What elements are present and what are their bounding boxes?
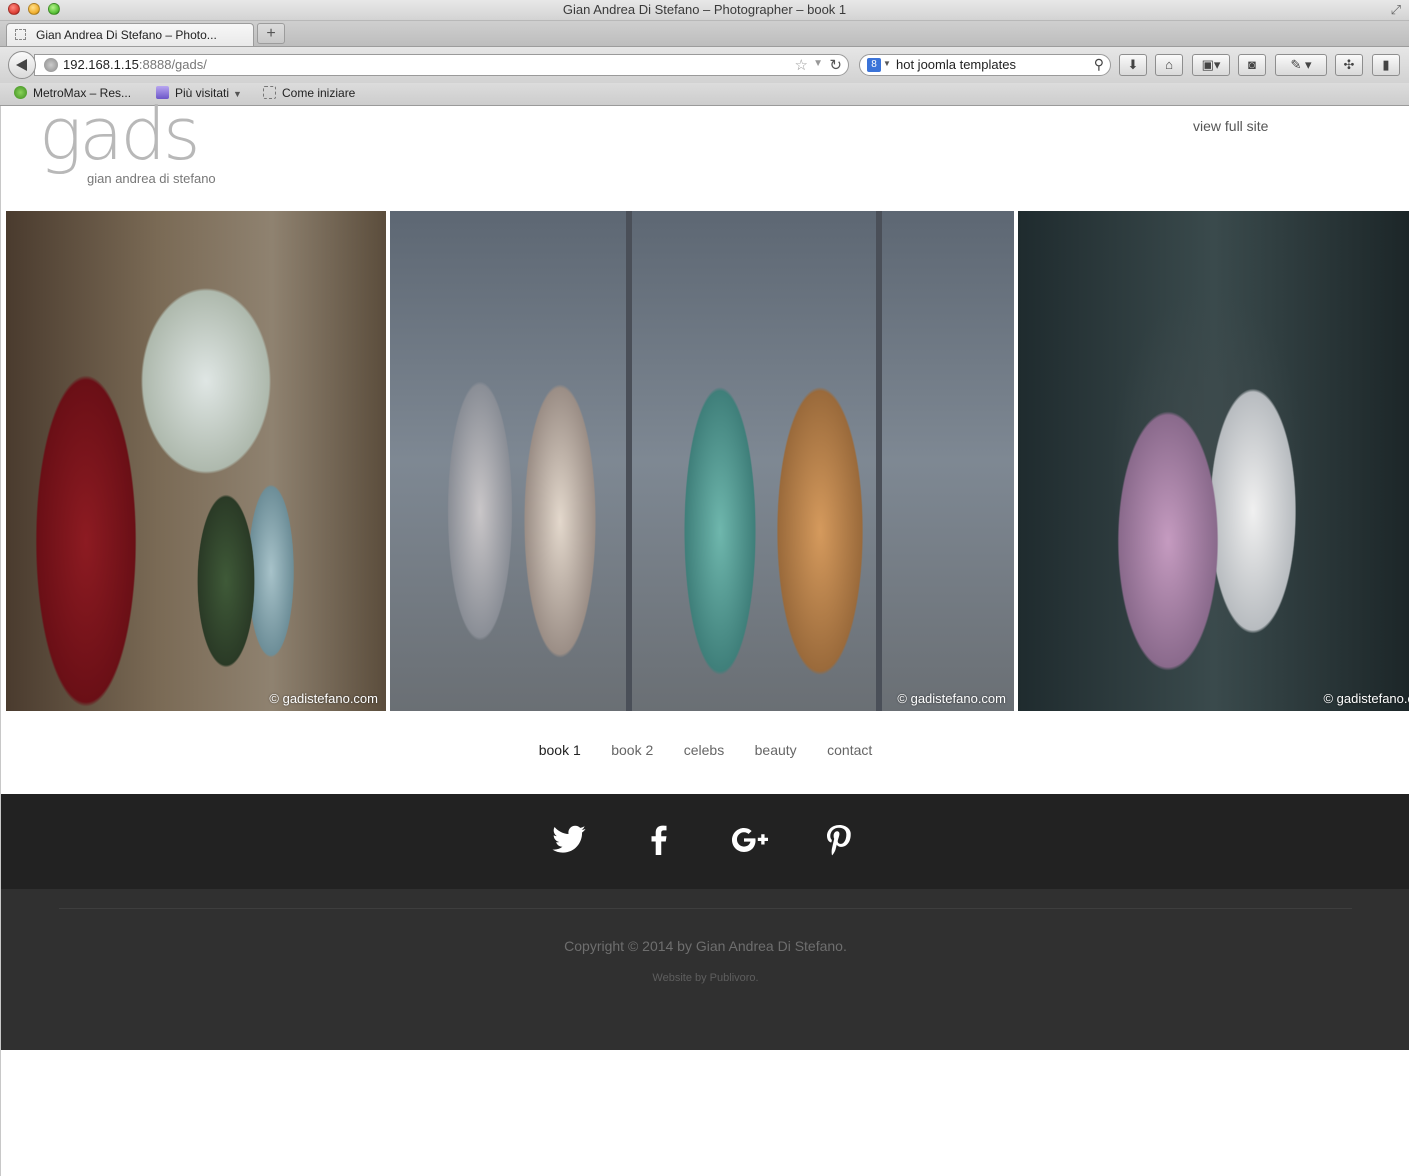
nav-book-1[interactable]: book 1 [539,742,581,758]
nav-beauty[interactable]: beauty [755,742,797,758]
google-plus-icon[interactable] [732,822,768,858]
tab-strip: Gian Andrea Di Stefano – Photo... + [0,21,1409,47]
page-icon [263,86,276,99]
site-footer: Copyright © 2014 by Gian Andrea Di Stefa… [1,889,1409,1050]
gallery-photo[interactable]: © gadistefano.c [1018,211,1409,711]
nav-celebs[interactable]: celebs [684,742,724,758]
photo-credit: © gadistefano.c [1323,691,1409,706]
window-title: Gian Andrea Di Stefano – Photographer – … [562,2,847,17]
navigation-toolbar: 192.168.1.15:8888/gads/ ☆ ▼ ↻ 8 ▼ hot jo… [0,47,1409,83]
pinterest-icon[interactable] [821,822,857,858]
logo-subtitle: gian andrea di stefano [87,171,216,186]
search-bar[interactable]: 8 ▼ hot joomla templates ⚲ [859,54,1111,76]
search-engine-icon[interactable]: 8 [867,58,881,72]
page-viewport: gads gian andrea di stefano view full si… [0,98,1409,1176]
home-button[interactable]: ⌂ [1155,54,1183,76]
back-button[interactable] [8,51,36,79]
twitter-icon[interactable] [551,822,587,858]
chevron-down-icon: ▼ [233,89,242,99]
history-dropdown-icon[interactable]: ▼ [813,58,823,69]
nav-contact[interactable]: contact [827,742,872,758]
extension-menu-button[interactable]: ✎ ▾ [1275,54,1327,76]
site-navigation: book 1 book 2 celebs beauty contact [1,742,1409,760]
photo-gallery: © gadistefano.com © gadistefano.com © ga… [6,211,1409,711]
screenshot-addon-button[interactable]: ▣▾ [1192,54,1230,76]
nav-book-2[interactable]: book 2 [611,742,653,758]
address-bar[interactable]: 192.168.1.15:8888/gads/ ☆ ▼ ↻ [34,54,849,76]
addon-button[interactable]: ✣ [1335,54,1363,76]
gallery-photo[interactable]: © gadistefano.com [390,211,1014,711]
capture-addon-button[interactable]: ◙ [1238,54,1266,76]
search-icon[interactable]: ⚲ [1094,56,1104,73]
downloads-button[interactable]: ⬇ [1119,54,1147,76]
reload-icon[interactable]: ↻ [829,56,842,74]
new-tab-button[interactable]: + [257,23,285,44]
fullscreen-icon[interactable]: ⤢ [1391,2,1401,18]
photo-credit: © gadistefano.com [269,691,378,706]
recycle-icon [14,86,27,99]
view-full-site-link[interactable]: view full site [1193,118,1268,134]
page-favicon-icon [15,29,26,40]
logo-wordmark: gads [39,92,201,176]
copyright-text: Copyright © 2014 by Gian Andrea Di Stefa… [564,938,847,954]
tab-label: Gian Andrea Di Stefano – Photo... [36,28,217,42]
site-identity-icon[interactable] [44,58,58,72]
site-logo[interactable]: gads gian andrea di stefano [39,98,229,188]
window-titlebar: Gian Andrea Di Stefano – Photographer – … [0,0,1409,21]
website-credit-link[interactable]: Website by Publivoro. [1,972,1409,984]
battery-addon-button[interactable]: ▮ [1372,54,1400,76]
gallery-photo[interactable]: © gadistefano.com [6,211,386,711]
search-engine-dropdown-icon[interactable]: ▼ [883,59,891,68]
search-input[interactable]: hot joomla templates [896,57,1016,72]
tab-active[interactable]: Gian Andrea Di Stefano – Photo... [6,23,254,46]
photo-credit: © gadistefano.com [897,691,1006,706]
footer-divider [59,908,1352,909]
facebook-icon[interactable] [641,822,677,858]
bookmark-getting-started[interactable]: Come iniziare [263,86,355,100]
address-bar-url[interactable]: 192.168.1.15:8888/gads/ [63,57,207,72]
bookmarks-toolbar: MetroMax – Res... Più visitati ▼ Come ini… [0,83,1409,106]
bookmark-star-icon[interactable]: ☆ [795,56,808,74]
social-links-band [1,794,1409,889]
